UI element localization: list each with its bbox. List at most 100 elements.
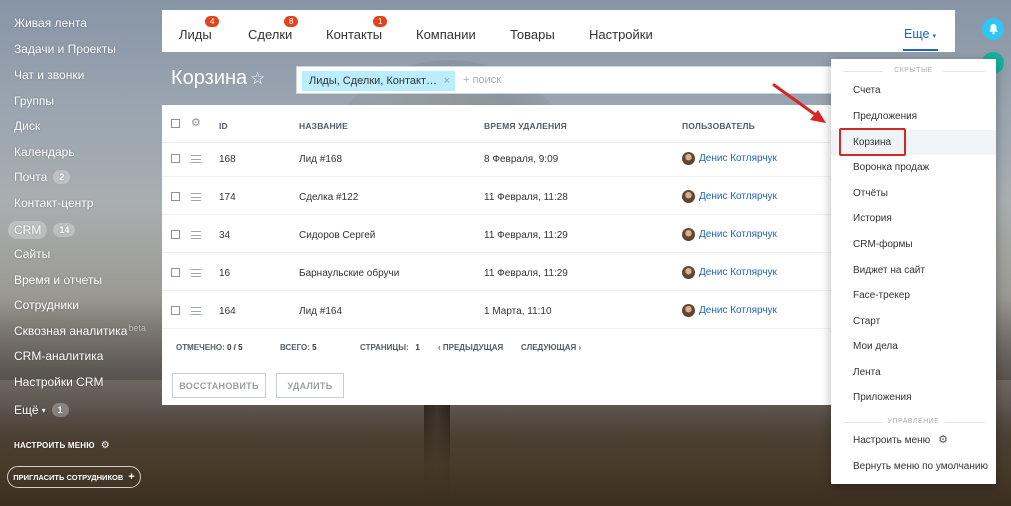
dropdown-item-sales-funnel[interactable]: Воронка продаж [831,155,996,180]
row-user-link[interactable]: Денис Котлярчук [682,266,777,279]
tab-companies[interactable]: Компании [416,27,476,42]
menu-item-mail[interactable]: Почта 2 [14,170,71,184]
menu-item-calendar[interactable]: Календарь [14,145,75,159]
menu-item-live-feed[interactable]: Живая лента [14,16,87,30]
next-page-link[interactable]: СЛЕДУЮЩАЯ › [521,343,581,352]
configure-menu-link[interactable]: НАСТРОИТЬ МЕНЮ ⚙ [14,440,110,451]
grid-footer: ОТМЕЧЕНО: 0 / 5 ВСЕГО: 5 СТРАНИЦЫ: 1 ‹ П… [162,333,834,365]
row-checkbox[interactable] [171,192,180,201]
red-arrow-annotation [772,83,826,123]
menu-item-more[interactable]: Ещё ▾ 1 [14,403,69,417]
menu-item-time-reports[interactable]: Время и отчеты [14,273,102,287]
dropdown-item-crm-forms[interactable]: CRM-формы [831,232,996,257]
menu-item-analytics[interactable]: Сквозная аналитика beta [14,323,146,338]
row-user-link[interactable]: Денис Котлярчук [682,152,777,165]
crm-count-badge: 14 [53,223,76,237]
highlight-annotation [839,128,906,156]
crm-topbar: Лиды 4 Сделки 8 Контакты 1 Компании Товары … [162,10,955,52]
recycle-bin-grid: ⚙ ID НАЗВАНИЕ ВРЕМЯ УДАЛЕНИЯ ПОЛЬЗОВАТЕЛ… [162,105,834,405]
hidden-section-label: СКРЫТЫЕ [894,67,933,74]
row-user-link[interactable]: Денис Котлярчук [682,228,777,241]
row-menu-icon[interactable] [191,307,201,315]
row-checkbox[interactable] [171,268,180,277]
tab-settings[interactable]: Настройки [589,27,653,42]
dropdown-item-site-widget[interactable]: Виджет на сайт [831,258,996,283]
avatar [682,152,695,165]
row-menu-icon[interactable] [191,269,201,277]
row-menu-icon[interactable] [191,193,201,201]
search-input[interactable]: + поиск [463,74,501,86]
contacts-count-badge: 1 [373,16,388,27]
menu-item-crm-analytics[interactable]: CRM-аналитика [14,349,103,363]
marked-counter: ОТМЕЧЕНО: 0 / 5 [176,343,243,352]
dropdown-item-face-tracker[interactable]: Face-трекер [831,283,996,308]
dropdown-item-my-activities[interactable]: Мои дела [831,334,996,359]
dropdown-item-feed[interactable]: Лента [831,360,996,385]
filter-tag[interactable]: Лиды, Сделки, Контакт… × [302,71,456,91]
tab-more[interactable]: Еще ▾ [904,27,936,41]
menu-item-label: Диск [14,119,41,133]
select-all-checkbox[interactable] [171,119,180,128]
row-name: Лид #164 [299,306,343,317]
prev-page-link[interactable]: ‹ ПРЕДЫДУЩАЯ [438,343,503,352]
menu-item-contact-center[interactable]: Контакт-центр [14,196,93,210]
restore-button[interactable]: ВОССТАНОВИТЬ [172,373,266,398]
row-user-link[interactable]: Денис Котлярчук [682,190,777,203]
gear-icon[interactable]: ⚙ [191,116,201,129]
column-header-time[interactable]: ВРЕМЯ УДАЛЕНИЯ [484,121,567,131]
row-checkbox[interactable] [171,154,180,163]
close-icon[interactable]: × [444,71,450,91]
dropdown-item-start[interactable]: Старт [831,309,996,334]
table-row[interactable]: 168 Лид #168 8 Февраля, 9:09 Денис Котля… [162,139,834,177]
row-id: 164 [219,306,236,317]
menu-item-crm[interactable]: CRM 14 [8,221,76,239]
dropdown-item-history[interactable]: История [831,206,996,231]
menu-item-disk[interactable]: Диск [14,119,40,133]
menu-item-chat[interactable]: Чат и звонки [14,68,84,82]
dropdown-item-applications[interactable]: Приложения [831,385,996,410]
menu-item-label: Ещё [14,403,39,417]
menu-item-crm-settings[interactable]: Настройки CRM [14,375,104,389]
dropdown-item-quotes[interactable]: Предложения [831,104,996,129]
row-checkbox[interactable] [171,306,180,315]
row-user-link[interactable]: Денис Котлярчук [682,304,777,317]
dropdown-item-invoices[interactable]: Счета [831,78,996,103]
row-name: Лид #168 [299,154,343,165]
row-menu-icon[interactable] [191,155,201,163]
row-name: Сделка #122 [299,192,359,203]
invite-employees-button[interactable]: ПРИГЛАСИТЬ СОТРУДНИКОВ + [7,466,141,488]
menu-item-employees[interactable]: Сотрудники [14,298,79,312]
menu-item-groups[interactable]: Группы [14,94,54,108]
table-row[interactable]: 174 Сделка #122 11 Февраля, 11:28 Денис … [162,177,834,215]
menu-item-tasks[interactable]: Задачи и Проекты [14,42,116,56]
tab-label: Товары [510,27,555,42]
table-row[interactable]: 34 Сидоров Сергей 11 Февраля, 11:29 Дени… [162,215,834,253]
delete-button[interactable]: УДАЛИТЬ [276,373,344,398]
tab-contacts[interactable]: Контакты 1 [326,16,388,42]
dropdown-configure-menu[interactable]: Настроить меню ⚙ [831,428,996,453]
tab-label: Контакты [326,27,383,42]
column-header-id[interactable]: ID [219,121,228,131]
menu-item-sites[interactable]: Сайты [14,247,50,261]
column-header-user[interactable]: ПОЛЬЗОВАТЕЛЬ [682,121,755,131]
configure-menu-label: Настроить меню [853,435,931,446]
row-menu-icon[interactable] [191,231,201,239]
row-id: 174 [219,192,236,203]
column-header-name[interactable]: НАЗВАНИЕ [299,121,348,131]
configure-menu-label: НАСТРОИТЬ МЕНЮ [14,441,95,450]
notifications-button[interactable] [982,18,1004,40]
tab-leads[interactable]: Лиды 4 [179,16,220,42]
tab-products[interactable]: Товары [510,27,555,42]
row-user-name: Денис Котлярчук [699,267,777,278]
search-filter[interactable]: Лиды, Сделки, Контакт… × + поиск [296,66,836,94]
star-icon[interactable]: ☆ [250,69,265,89]
menu-item-label: Сотрудники [14,298,79,312]
grid-header: ⚙ ID НАЗВАНИЕ ВРЕМЯ УДАЛЕНИЯ ПОЛЬЗОВАТЕЛ… [162,105,834,143]
dropdown-reset-menu[interactable]: Вернуть меню по умолчанию [831,454,996,479]
dropdown-item-reports[interactable]: Отчёты [831,181,996,206]
table-row[interactable]: 164 Лид #164 1 Марта, 11:10 Денис Котляр… [162,291,834,329]
menu-item-label: Календарь [14,145,75,159]
row-checkbox[interactable] [171,230,180,239]
tab-deals[interactable]: Сделки 8 [248,16,299,42]
table-row[interactable]: 16 Барнаульские обручи 11 Февраля, 11:29… [162,253,834,291]
